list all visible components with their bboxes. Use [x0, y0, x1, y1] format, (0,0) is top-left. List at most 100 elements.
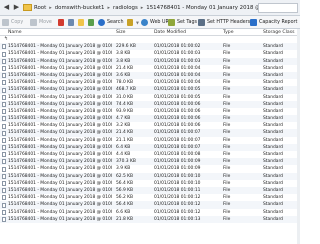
file-date-modified: 01/01/2018 01:00:03: [154, 51, 201, 57]
file-storage-class: Standard: [263, 44, 283, 50]
breadcrumb-separator-icon[interactable]: ▸: [108, 5, 111, 11]
breadcrumb-item-radiologs[interactable]: radiologs: [113, 5, 138, 11]
table-row[interactable]: 1514768401 - Monday 01 January 2018 @ 01…: [0, 86, 300, 94]
set-http-headers-button[interactable]: Set HTTP Headers: [198, 18, 250, 27]
table-row[interactable]: 1514768401 - Monday 01 January 2018 @ 01…: [0, 100, 300, 108]
file-size: 21.1 KB: [116, 137, 134, 143]
file-size: 229.6 KB: [116, 44, 136, 50]
search-button[interactable]: Search: [98, 18, 123, 27]
file-name: 1514768401 - Monday 01 January 2018 @ 01…: [8, 130, 112, 136]
column-header-size[interactable]: Size: [116, 29, 125, 36]
capacity-report-button[interactable]: Capacity Report: [250, 18, 297, 27]
file-size: 370.3 KB: [116, 159, 136, 165]
file-name: 1514768401 - Monday 01 January 2018 @ 01…: [8, 116, 112, 122]
column-header-date-modified[interactable]: Date Modified: [154, 29, 186, 36]
file-storage-class: Standard: [263, 87, 283, 93]
web-url-button[interactable]: Web URL: [141, 18, 172, 27]
table-row[interactable]: 1514768401 - Monday 01 January 2018 @ 01…: [0, 79, 300, 86]
table-row[interactable]: 1514768401 - Monday 01 January 2018 @ 01…: [0, 129, 300, 137]
properties-button[interactable]: [68, 18, 76, 27]
file-date-modified: 01/01/2018 01:00:07: [154, 137, 201, 143]
file-storage-class: Standard: [263, 209, 283, 215]
table-row[interactable]: 1514768401 - Monday 01 January 2018 @ 01…: [0, 172, 300, 180]
file-storage-class: Standard: [263, 101, 283, 107]
table-row[interactable]: 1514768401 - Monday 01 January 2018 @ 01…: [0, 94, 300, 101]
toolbar: Copy Move Search ▼ Web URL Set Tags Set …: [0, 16, 300, 29]
file-icon: [2, 216, 6, 222]
delete-button[interactable]: [58, 18, 66, 27]
filter-button[interactable]: [88, 18, 96, 27]
file-date-modified: 01/01/2018 01:00:04: [154, 65, 201, 71]
breadcrumb-item-root[interactable]: Root: [34, 5, 46, 11]
table-row[interactable]: 1514768401 - Monday 01 January 2018 @ 01…: [0, 65, 300, 72]
table-row[interactable]: 1514768401 - Monday 01 January 2018 @ 01…: [0, 143, 300, 151]
file-size: 62.5 KB: [116, 173, 134, 179]
table-row[interactable]: 1514768401 - Monday 01 January 2018 @ 01…: [0, 115, 300, 123]
table-row[interactable]: 1514768401 - Monday 01 January 2018 @ 01…: [0, 50, 300, 57]
table-row[interactable]: 1514768401 - Monday 01 January 2018 @ 01…: [0, 108, 300, 115]
parent-folder-row[interactable]: ↰: [0, 36, 300, 43]
capacity-report-label: Capacity Report: [259, 20, 298, 25]
file-type: File: [223, 144, 231, 150]
column-header-name[interactable]: Name: [8, 29, 22, 36]
table-row[interactable]: 1514768401 - Monday 01 January 2018 @ 01…: [0, 122, 300, 129]
breadcrumb-separator-icon[interactable]: ▸: [141, 5, 144, 11]
table-row[interactable]: 1514768401 - Monday 01 January 2018 @ 01…: [0, 194, 300, 201]
file-date-modified: 01/01/2018 01:00:06: [154, 123, 201, 129]
headers-icon: [198, 19, 205, 26]
table-row[interactable]: 1514768401 - Monday 01 January 2018 @ 01…: [0, 201, 300, 209]
file-size: 4.7 KB: [116, 116, 131, 122]
file-size: 3.8 KB: [116, 58, 131, 64]
file-icon: [2, 94, 6, 100]
file-storage-class: Standard: [263, 144, 283, 150]
table-row[interactable]: 1514768401 - Monday 01 January 2018 @ 01…: [0, 57, 300, 65]
forward-arrow-icon[interactable]: ▶: [12, 3, 21, 12]
path-filter-input[interactable]: [258, 3, 298, 13]
new-folder-icon: [78, 19, 84, 26]
file-date-modified: 01/01/2018 01:00:08: [154, 152, 201, 157]
file-type: File: [223, 87, 231, 93]
breadcrumb-item-current[interactable]: 1514768401 - Monday 01 January 2018 @ 01…: [146, 5, 276, 11]
breadcrumb-item-bucket[interactable]: domswith-bucket1: [55, 5, 105, 11]
set-http-headers-label: Set HTTP Headers: [207, 20, 251, 25]
breadcrumb-separator-icon[interactable]: ▸: [49, 5, 52, 11]
file-size: 56.2 KB: [116, 195, 134, 201]
file-type: File: [223, 187, 231, 193]
table-row[interactable]: 1514768401 - Monday 01 January 2018 @ 01…: [0, 71, 300, 80]
table-row[interactable]: 1514768401 - Monday 01 January 2018 @ 01…: [0, 186, 300, 195]
file-icon: [2, 73, 6, 79]
filter-icon: [88, 19, 94, 26]
file-date-modified: 01/01/2018 01:00:06: [154, 101, 201, 107]
table-row[interactable]: 1514768401 - Monday 01 January 2018 @ 01…: [0, 215, 300, 223]
table-row[interactable]: 1514768401 - Monday 01 January 2018 @ 01…: [0, 158, 300, 166]
set-tags-button[interactable]: Set Tags: [168, 18, 197, 27]
delete-icon: [58, 19, 64, 26]
table-row[interactable]: 1514768401 - Monday 01 January 2018 @ 01…: [0, 151, 300, 158]
vertical-scrollbar[interactable]: [297, 29, 300, 244]
file-name: 1514768401 - Monday 01 January 2018 @ 01…: [8, 159, 112, 165]
file-name: 1514768401 - Monday 01 January 2018 @ 01…: [8, 202, 112, 208]
table-row[interactable]: 1514768401 - Monday 01 January 2018 @ 01…: [0, 209, 300, 216]
file-icon: [2, 116, 6, 122]
back-arrow-icon[interactable]: ◀: [2, 3, 11, 12]
file-type: File: [223, 94, 231, 100]
breadcrumb: Root ▸ domswith-bucket1 ▸ radiologs ▸ 15…: [34, 3, 281, 13]
table-row[interactable]: 1514768401 - Monday 01 January 2018 @ 01…: [0, 137, 300, 144]
table-row[interactable]: 1514768401 - Monday 01 January 2018 @ 01…: [0, 165, 300, 172]
file-size: 78.0 KB: [116, 80, 134, 86]
table-row[interactable]: 1514768401 - Monday 01 January 2018 @ 01…: [0, 43, 300, 51]
access-button[interactable]: ▼: [127, 18, 139, 27]
table-row[interactable]: 1514768401 - Monday 01 January 2018 @ 01…: [0, 180, 300, 187]
file-size: 56.9 KB: [116, 187, 134, 193]
file-type: File: [223, 152, 231, 157]
move-button[interactable]: Move: [30, 18, 52, 27]
file-type: File: [223, 209, 231, 215]
copy-button[interactable]: Copy: [2, 18, 23, 27]
column-header-type[interactable]: Type: [223, 29, 234, 36]
file-name: 1514768401 - Monday 01 January 2018 @ 01…: [8, 144, 112, 150]
file-date-modified: 01/01/2018 01:00:05: [154, 94, 201, 100]
column-header-storage-class[interactable]: Storage Class: [263, 29, 295, 36]
file-name: 1514768401 - Monday 01 January 2018 @ 01…: [8, 152, 112, 157]
new-folder-button[interactable]: [78, 18, 86, 27]
file-size: 21.4 KB: [116, 65, 134, 71]
